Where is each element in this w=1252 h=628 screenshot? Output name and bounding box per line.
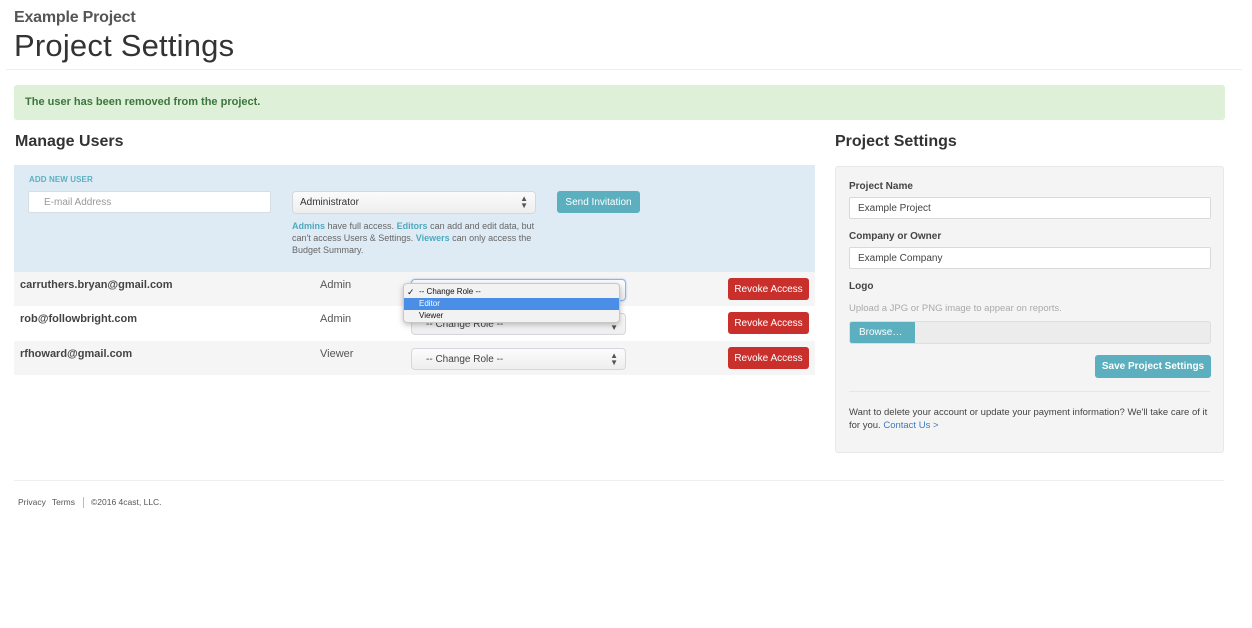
company-input[interactable] bbox=[849, 247, 1211, 269]
help-editors: Editors bbox=[396, 221, 428, 231]
save-project-settings-button[interactable]: Save Project Settings bbox=[1095, 355, 1211, 378]
project-name-label: Project Name bbox=[849, 181, 913, 192]
dropdown-option-viewer[interactable]: Viewer bbox=[404, 310, 619, 322]
user-email: rob@followbright.com bbox=[20, 313, 138, 325]
revoke-access-button[interactable]: Revoke Access bbox=[728, 312, 809, 334]
contact-us-link[interactable]: Contact Us > bbox=[883, 420, 938, 431]
user-email: carruthers.bryan@gmail.com bbox=[20, 279, 173, 291]
privacy-link[interactable]: Privacy bbox=[18, 497, 46, 507]
role-select[interactable]: Administrator ▲ ▼ bbox=[292, 191, 536, 214]
company-label: Company or Owner bbox=[849, 231, 942, 242]
page-title: Project Settings bbox=[14, 28, 235, 63]
footer-divider bbox=[14, 480, 1224, 481]
dropdown-option-editor[interactable]: Editor bbox=[404, 298, 619, 310]
user-role: Admin bbox=[320, 279, 352, 291]
project-settings-title: Project Settings bbox=[835, 133, 957, 150]
copyright: ©2016 4cast, LLC. bbox=[91, 497, 162, 507]
logo-help-text: Upload a JPG or PNG image to appear on r… bbox=[849, 303, 1062, 314]
project-name-input[interactable] bbox=[849, 197, 1211, 219]
user-role: Viewer bbox=[320, 348, 354, 360]
select-arrows-icon: ▲▼ bbox=[610, 351, 618, 367]
delete-account-note: Want to delete your account or update yo… bbox=[849, 407, 1208, 431]
footer-separator bbox=[83, 497, 85, 509]
terms-link[interactable]: Terms bbox=[52, 497, 75, 507]
help-viewers: Viewers bbox=[415, 233, 450, 243]
role-help-text: Admins have full access. Editors can add… bbox=[292, 221, 535, 255]
role-select-value: Administrator bbox=[300, 197, 359, 208]
checkmark-icon: ✓ bbox=[407, 287, 415, 297]
dropdown-option-change-role[interactable]: ✓ -- Change Role -- bbox=[404, 286, 619, 298]
logo-file-input[interactable]: Browse… bbox=[849, 321, 1211, 344]
select-arrows-icon: ▲▼ bbox=[520, 194, 528, 210]
project-name: Example Project bbox=[14, 9, 136, 26]
add-new-user-label: ADD NEW USER bbox=[29, 175, 93, 184]
project-settings-panel: Project Name Company or Owner Logo Uploa… bbox=[835, 166, 1224, 453]
user-email: rfhoward@gmail.com bbox=[20, 348, 133, 360]
logo-label: Logo bbox=[849, 281, 874, 292]
page-header: Example Project Project Settings bbox=[14, 9, 234, 64]
panel-divider bbox=[849, 391, 1210, 392]
send-invitation-button[interactable]: Send Invitation bbox=[557, 191, 640, 213]
header-divider bbox=[6, 69, 1242, 70]
browse-button[interactable]: Browse… bbox=[850, 322, 915, 343]
change-role-select[interactable]: -- Change Role -- ▲▼ bbox=[411, 348, 626, 370]
user-row: rfhoward@gmail.com Viewer -- Change Role… bbox=[14, 341, 815, 375]
change-role-dropdown-menu: ✓ -- Change Role -- Editor Viewer bbox=[403, 283, 620, 323]
user-role: Admin bbox=[320, 313, 352, 325]
add-new-user-panel: ADD NEW USER Administrator ▲▼ Send Invit… bbox=[14, 165, 815, 272]
email-input[interactable] bbox=[28, 191, 271, 213]
help-admins: Admins bbox=[292, 221, 326, 231]
manage-users-title: Manage Users bbox=[15, 133, 124, 150]
success-alert: The user has been removed from the proje… bbox=[14, 85, 1225, 120]
revoke-access-button[interactable]: Revoke Access bbox=[728, 278, 809, 300]
footer: Privacy Terms ©2016 4cast, LLC. bbox=[18, 497, 162, 509]
revoke-access-button[interactable]: Revoke Access bbox=[728, 347, 809, 369]
